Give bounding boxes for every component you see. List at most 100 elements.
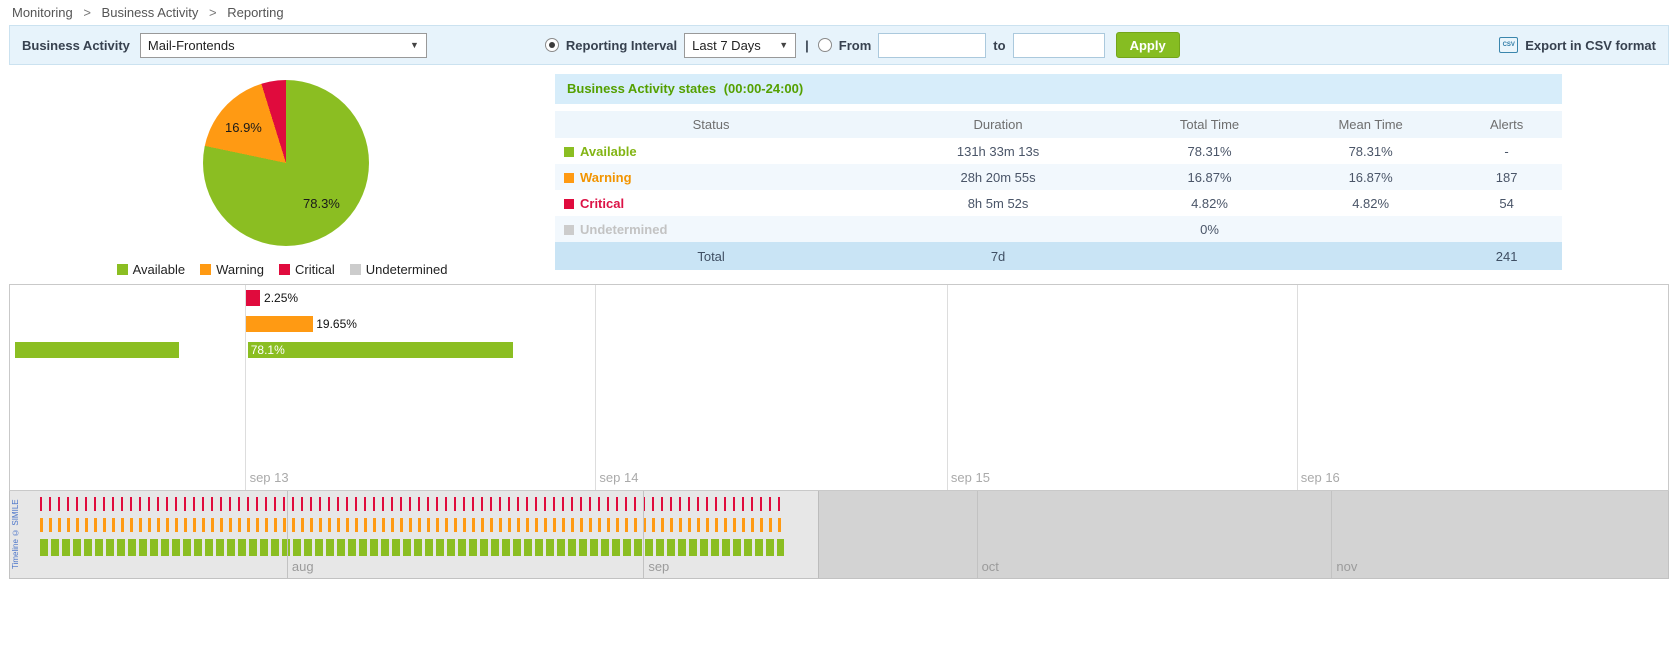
timeline-gridline xyxy=(595,285,596,490)
cell-alerts xyxy=(1451,216,1562,242)
cell-total-time: 4.82% xyxy=(1129,190,1290,216)
timeline-date-label: sep 15 xyxy=(951,470,990,485)
table-row-total: Total 7d 241 xyxy=(555,242,1562,270)
timeline-date-label: sep 16 xyxy=(1301,470,1340,485)
toolbar-center-group: Reporting Interval Last 7 Days ▼ | From … xyxy=(545,32,1180,58)
chevron-down-icon: ▼ xyxy=(779,40,788,50)
timeline-credit: Timeline © SIMILE xyxy=(11,491,23,578)
band-ticks-available xyxy=(40,539,784,556)
legend-label-available: Available xyxy=(133,262,186,277)
states-table: Status Duration Total Time Mean Time Ale… xyxy=(555,111,1562,270)
col-alerts: Alerts xyxy=(1451,111,1562,138)
states-title-text: Business Activity states xyxy=(567,81,716,96)
chevron-down-icon: ▼ xyxy=(410,40,419,50)
band-month-label: aug xyxy=(292,559,314,574)
band-gridline xyxy=(977,491,978,578)
business-activity-selected-value: Mail-Frontends xyxy=(148,38,235,53)
cell-mean-time: 78.31% xyxy=(1290,138,1451,164)
pie-legend: Available Warning Critical Undetermined xyxy=(9,262,555,277)
legend-item-warning: Warning xyxy=(200,262,264,277)
status-swatch-critical xyxy=(564,199,574,209)
cell-total-time: 0% xyxy=(1129,216,1290,242)
table-row-critical: Critical 8h 5m 52s 4.82% 4.82% 54 xyxy=(555,190,1562,216)
cell-total-alerts: 241 xyxy=(1451,242,1562,270)
status-swatch-available xyxy=(564,147,574,157)
legend-item-undetermined: Undetermined xyxy=(350,262,448,277)
custom-range-radio[interactable] xyxy=(818,38,832,52)
breadcrumb-business-activity[interactable]: Business Activity xyxy=(102,5,199,20)
legend-label-warning: Warning xyxy=(216,262,264,277)
cell-duration: 28h 20m 55s xyxy=(867,164,1129,190)
export-csv-label[interactable]: Export in CSV format xyxy=(1525,38,1656,53)
pie-chart: 16.9% 78.3% xyxy=(203,80,369,246)
states-table-title: Business Activity states (00:00-24:00) xyxy=(555,74,1562,104)
content-area: 16.9% 78.3% Available Warning Critical xyxy=(9,74,1669,277)
status-label: Warning xyxy=(580,170,632,185)
cell-status: Available xyxy=(555,138,867,164)
from-date-input[interactable] xyxy=(878,33,986,58)
timeline-bar-label: 78.1% xyxy=(249,342,285,358)
table-row-undetermined: Undetermined 0% xyxy=(555,216,1562,242)
from-label: From xyxy=(839,38,872,53)
legend-swatch-available xyxy=(117,264,128,275)
col-total-time: Total Time xyxy=(1129,111,1290,138)
breadcrumb-reporting[interactable]: Reporting xyxy=(227,5,283,20)
toolbar: Business Activity Mail-Frontends ▼ Repor… xyxy=(9,25,1669,65)
cell-alerts: 54 xyxy=(1451,190,1562,216)
band-gridline xyxy=(643,491,644,578)
cell-total-total-time xyxy=(1129,242,1290,270)
band-ticks xyxy=(40,497,784,556)
band-month-label: sep xyxy=(648,559,669,574)
reporting-interval-radio[interactable] xyxy=(545,38,559,52)
cell-total-duration: 7d xyxy=(867,242,1129,270)
status-label: Undetermined xyxy=(580,222,667,237)
cell-total-time: 16.87% xyxy=(1129,164,1290,190)
breadcrumb-monitoring[interactable]: Monitoring xyxy=(12,5,73,20)
cell-total-mean-time xyxy=(1290,242,1451,270)
toolbar-pipe-separator: | xyxy=(805,38,809,53)
cell-duration xyxy=(867,216,1129,242)
cell-alerts: 187 xyxy=(1451,164,1562,190)
timeline-bar-critical xyxy=(246,290,260,306)
timeline-gridline xyxy=(947,285,948,490)
status-swatch-warning xyxy=(564,173,574,183)
cell-alerts: - xyxy=(1451,138,1562,164)
legend-label-undetermined: Undetermined xyxy=(366,262,448,277)
timeline-bar-available xyxy=(248,342,513,358)
cell-mean-time xyxy=(1290,216,1451,242)
timeline-bar-label: 19.65% xyxy=(314,316,357,332)
cell-status: Warning xyxy=(555,164,867,190)
to-date-input[interactable] xyxy=(1013,33,1105,58)
states-header-row: Status Duration Total Time Mean Time Ale… xyxy=(555,111,1562,138)
toolbar-left-group: Business Activity Mail-Frontends ▼ xyxy=(22,33,427,58)
cell-duration: 8h 5m 52s xyxy=(867,190,1129,216)
apply-button[interactable]: Apply xyxy=(1116,32,1180,58)
csv-export-icon[interactable]: CSV xyxy=(1499,37,1518,53)
col-duration: Duration xyxy=(867,111,1129,138)
ba-reporting-page: Monitoring > Business Activity > Reporti… xyxy=(0,0,1678,646)
timeline-date-label: sep 14 xyxy=(599,470,638,485)
timeline-plot[interactable]: sep 13sep 14sep 15sep 162.25%19.65%78.1% xyxy=(9,284,1669,491)
reporting-interval-select[interactable]: Last 7 Days ▼ xyxy=(684,33,796,58)
pie-panel: 16.9% 78.3% Available Warning Critical xyxy=(9,74,555,277)
band-gridline xyxy=(1331,491,1332,578)
states-title-interval: (00:00-24:00) xyxy=(724,81,804,96)
cell-mean-time: 16.87% xyxy=(1290,164,1451,190)
cell-total-time: 78.31% xyxy=(1129,138,1290,164)
timeline-bar-available xyxy=(15,342,179,358)
col-status: Status xyxy=(555,111,867,138)
breadcrumb-separator: > xyxy=(83,5,91,20)
to-label: to xyxy=(993,38,1005,53)
cell-total-label: Total xyxy=(555,242,867,270)
band-month-label: nov xyxy=(1336,559,1357,574)
timeline-gridline xyxy=(1297,285,1298,490)
timeline-overview-band[interactable]: Timeline © SIMILE aug sep oct nov xyxy=(9,491,1669,579)
breadcrumb-separator: > xyxy=(209,5,217,20)
band-month-label: oct xyxy=(982,559,999,574)
legend-swatch-critical xyxy=(279,264,290,275)
legend-item-critical: Critical xyxy=(279,262,335,277)
toolbar-right-group[interactable]: CSV Export in CSV format xyxy=(1499,37,1656,53)
band-ticks-critical xyxy=(40,497,784,511)
legend-swatch-warning xyxy=(200,264,211,275)
business-activity-select[interactable]: Mail-Frontends ▼ xyxy=(140,33,427,58)
